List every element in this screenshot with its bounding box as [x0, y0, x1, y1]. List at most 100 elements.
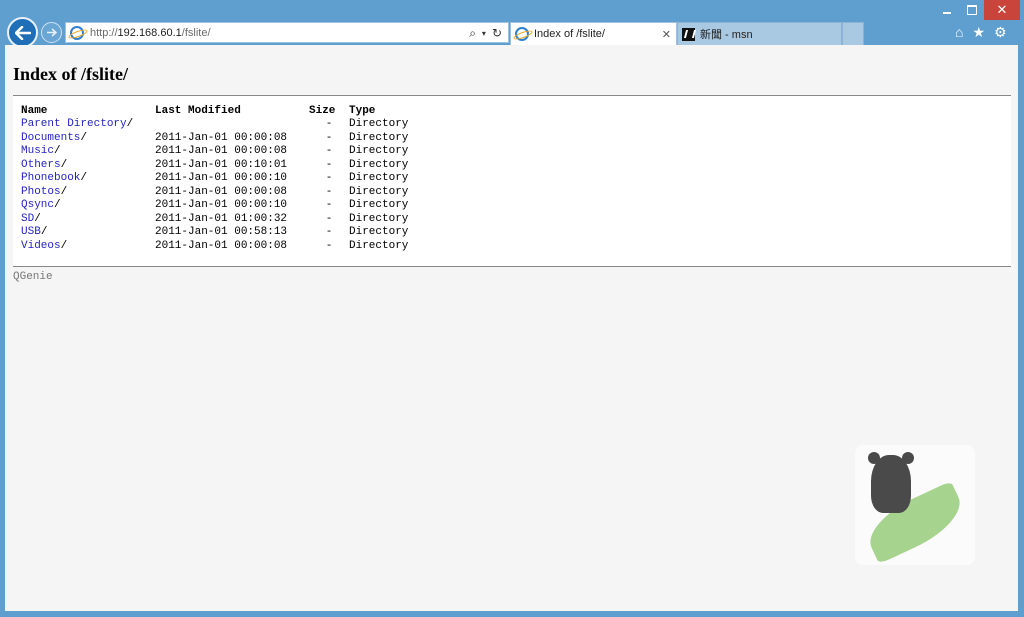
row-size: - — [325, 212, 333, 225]
directory-link[interactable]: USB — [21, 226, 41, 238]
tab-msn-news[interactable]: 新聞 - msn — [677, 22, 842, 45]
row-type: Directory — [349, 145, 409, 157]
table-row: Documents/2011-Jan-01 00:00:08- Directory — [21, 132, 408, 146]
directory-link[interactable]: Phonebook — [21, 172, 80, 184]
browser-tools: ⌂ ★ ⚙ — [955, 24, 1007, 41]
tab-close-icon[interactable]: ✕ — [662, 28, 671, 41]
row-size: - — [325, 145, 333, 157]
directory-link[interactable]: Others — [21, 159, 61, 171]
row-size: - — [325, 118, 333, 130]
dropdown-icon[interactable]: ▾ — [482, 29, 486, 41]
table-row: Videos/2011-Jan-01 00:00:08- Directory — [21, 240, 408, 254]
column-last-modified: Last Modified — [155, 105, 241, 117]
table-row: Music/2011-Jan-01 00:00:08- Directory — [21, 145, 408, 159]
row-size: - — [325, 172, 333, 184]
search-icon[interactable]: ⌕ — [469, 26, 476, 41]
column-type: Type — [349, 105, 376, 117]
table-header: Name Last Modified Size Type — [21, 104, 408, 118]
slash: / — [34, 212, 41, 225]
directory-link[interactable]: Documents — [21, 132, 80, 144]
minimize-button[interactable] — [934, 0, 960, 20]
maximize-button[interactable] — [960, 0, 984, 20]
url-host: 192.168.60.1 — [117, 26, 182, 39]
row-name: Phonebook/ — [21, 172, 155, 186]
row-name: Photos/ — [21, 186, 155, 200]
row-name: USB/ — [21, 226, 155, 240]
slash: / — [60, 158, 68, 171]
slash: / — [54, 145, 61, 157]
window-titlebar: ✕ http://192.168.60.1/fslite/ ⌕ ▾ ↻ Inde… — [0, 0, 1024, 48]
row-size: - — [325, 239, 333, 252]
directory-link[interactable]: Photos — [21, 186, 61, 198]
row-name: Music/ — [21, 145, 155, 159]
address-bar[interactable]: http://192.168.60.1/fslite/ ⌕ ▾ ↻ — [65, 22, 509, 43]
row-type: Directory — [349, 239, 409, 252]
directory-link[interactable]: Parent Directory — [21, 118, 127, 130]
msn-icon — [682, 27, 695, 41]
new-tab-button[interactable] — [842, 22, 864, 45]
row-name: Documents/ — [21, 132, 155, 146]
slash: / — [40, 226, 48, 238]
row-modified: 2011-Jan-01 00:00:08 — [155, 185, 288, 198]
table-row: Phonebook/2011-Jan-01 00:00:10- Directory — [21, 172, 408, 186]
directory-link[interactable]: Music — [21, 145, 54, 157]
favorites-icon[interactable]: ★ — [972, 24, 985, 41]
row-name: Others/ — [21, 159, 155, 173]
directory-link[interactable]: SD — [21, 213, 34, 225]
row-type: Directory — [349, 212, 409, 225]
close-button[interactable]: ✕ — [984, 0, 1020, 20]
listing-table: Name Last Modified Size Type Parent Dire… — [21, 104, 408, 253]
back-button[interactable] — [7, 17, 38, 48]
row-modified — [155, 118, 309, 132]
row-type: Directory — [349, 172, 409, 184]
close-icon: ✕ — [996, 2, 1008, 18]
column-name: Name — [21, 105, 48, 117]
tab-label: Index of /fslite/ — [534, 28, 605, 40]
row-type: Directory — [349, 226, 409, 238]
row-type: Directory — [349, 158, 409, 171]
refresh-icon[interactable]: ↻ — [492, 26, 502, 41]
slash: / — [60, 239, 68, 252]
home-icon[interactable]: ⌂ — [955, 24, 963, 41]
slash: / — [126, 118, 134, 130]
row-type: Directory — [349, 199, 409, 211]
url-path: /fslite/ — [181, 26, 211, 39]
url-scheme: http:// — [90, 26, 118, 39]
directory-link[interactable]: Videos — [21, 240, 61, 252]
table-row: USB/2011-Jan-01 00:58:13- Directory — [21, 226, 408, 240]
slash: / — [54, 199, 61, 211]
server-footer: QGenie — [13, 271, 53, 283]
row-type: Directory — [349, 185, 409, 198]
row-size: - — [325, 131, 333, 144]
row-name: Parent Directory/ — [21, 118, 155, 132]
row-modified: 2011-Jan-01 00:00:08 — [155, 131, 288, 144]
row-modified: 2011-Jan-01 00:00:08 — [155, 239, 288, 252]
settings-icon[interactable]: ⚙ — [994, 24, 1007, 41]
url-text[interactable]: http://192.168.60.1/fslite/ — [90, 27, 211, 39]
row-size: - — [325, 199, 333, 211]
tab-label: 新聞 - msn — [700, 29, 753, 41]
column-size: Size — [309, 105, 336, 117]
slash: / — [80, 172, 88, 184]
row-modified: 2011-Jan-01 00:10:01 — [155, 158, 288, 171]
row-modified: 2011-Jan-01 00:00:10 — [155, 172, 288, 184]
directory-link[interactable]: Qsync — [21, 199, 54, 211]
row-size: - — [325, 226, 333, 238]
row-name: Videos/ — [21, 240, 155, 254]
table-row: Others/2011-Jan-01 00:10:01- Directory — [21, 159, 408, 173]
forward-button[interactable] — [41, 22, 62, 43]
tab-index-fslite[interactable]: Index of /fslite/ ✕ — [510, 22, 677, 45]
slash: / — [60, 185, 68, 198]
arrow-left-icon — [14, 25, 31, 40]
address-tools: ⌕ ▾ ↻ — [469, 26, 502, 41]
ie-icon — [515, 27, 529, 41]
ie-icon — [70, 25, 84, 40]
table-row: Qsync/2011-Jan-01 00:00:10- Directory — [21, 199, 408, 213]
table-row: Photos/2011-Jan-01 00:00:08- Directory — [21, 186, 408, 200]
table-row: Parent Directory/ - Directory — [21, 118, 408, 132]
table-row: SD/ 2011-Jan-01 01:00:32 - Directory — [21, 213, 408, 227]
row-size: - — [325, 185, 333, 198]
page-content: Index of /fslite/ Name Last Modified Siz… — [5, 45, 1018, 611]
directory-listing: Name Last Modified Size Type Parent Dire… — [13, 95, 1011, 267]
row-modified: 2011-Jan-01 01:00:32 — [155, 212, 288, 225]
